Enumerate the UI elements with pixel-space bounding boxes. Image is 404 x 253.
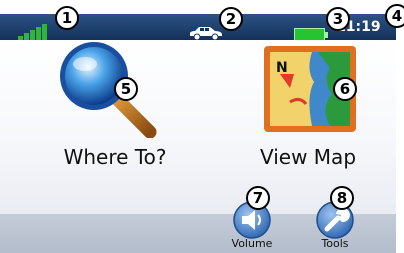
device-screen: 11:19 Where To? N View Map Volume Tools … (0, 0, 404, 253)
callout-6: 6 (333, 77, 357, 101)
tools-label: Tools (321, 237, 349, 250)
svg-text:N: N (276, 60, 288, 76)
callout-4: 4 (385, 4, 404, 28)
where-to-label: Where To? (63, 145, 167, 169)
where-to-button[interactable]: Where To? (20, 38, 210, 188)
callout-7: 7 (246, 186, 270, 210)
callout-2: 2 (219, 7, 243, 31)
callout-8: 8 (330, 186, 354, 210)
view-map-label: View Map (259, 145, 357, 169)
view-map-button[interactable]: N View Map (220, 38, 396, 188)
callout-3: 3 (326, 7, 350, 31)
callout-1: 1 (55, 6, 79, 30)
callout-5: 5 (114, 77, 138, 101)
magnifier-icon (60, 42, 157, 138)
volume-label: Volume (231, 237, 273, 250)
